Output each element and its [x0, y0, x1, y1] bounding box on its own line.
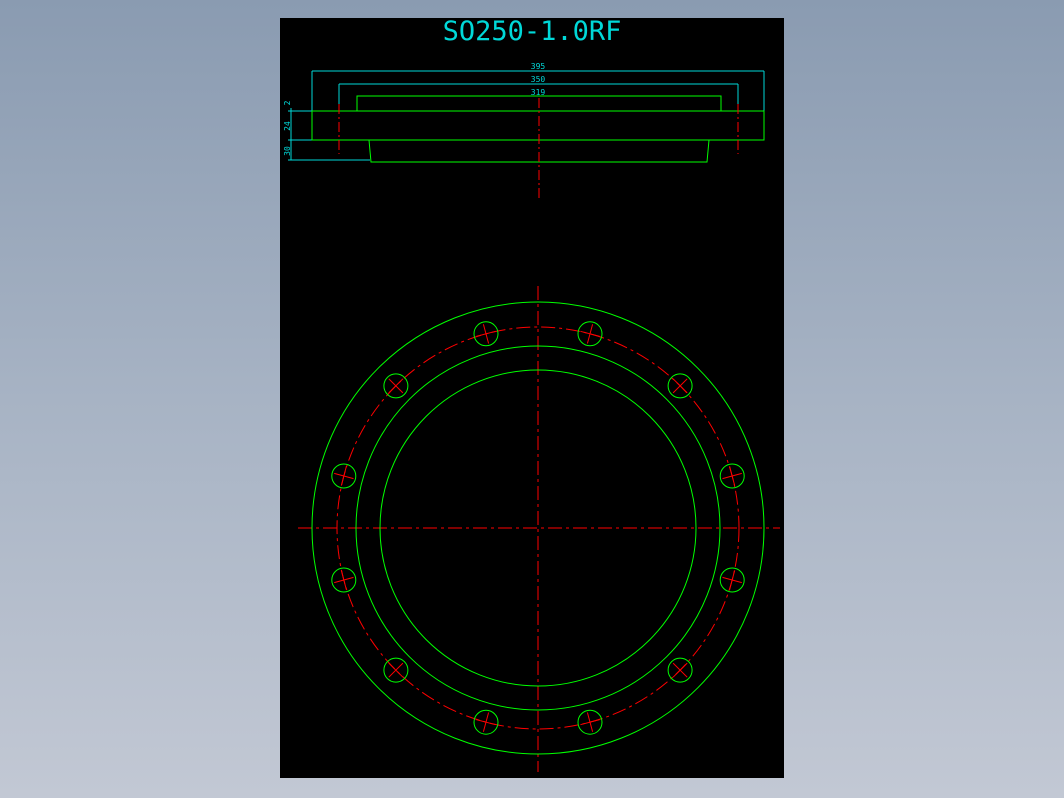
bolt-hole: [473, 321, 499, 347]
bolt-hole: [331, 567, 357, 593]
bolt-hole: [719, 567, 745, 593]
dim-thk-24: 24: [283, 121, 292, 131]
dim-thk-30: 30: [283, 146, 292, 156]
dimension-lines: [288, 70, 765, 161]
bolt-hole: [667, 657, 693, 683]
plan-view: [298, 286, 780, 772]
bolt-hole: [383, 373, 409, 399]
bolt-hole: [473, 709, 499, 735]
bolt-hole: [577, 321, 603, 347]
drawing-title: SO250-1.0RF: [443, 18, 622, 47]
bolt-hole: [577, 709, 603, 735]
flange-drawing-svg: SO250-1.0RF 395 350 319 2 24 30: [283, 18, 780, 772]
dim-350: 350: [531, 75, 546, 84]
plan-centerlines: [298, 286, 780, 772]
bolt-hole: [719, 463, 745, 489]
bolt-hole: [667, 373, 693, 399]
bolt-hole: [331, 463, 357, 489]
bolt-hole: [383, 657, 409, 683]
side-outline: [311, 95, 765, 163]
drawing-sheet: SO250-1.0RF 395 350 319 2 24 30: [280, 18, 784, 778]
plan-outlines: [311, 301, 765, 755]
dim-thk-2: 2: [283, 100, 292, 105]
dim-395: 395: [531, 62, 546, 71]
side-view: 395 350 319 2 24 30: [283, 62, 765, 198]
side-centerlines: [338, 98, 739, 198]
